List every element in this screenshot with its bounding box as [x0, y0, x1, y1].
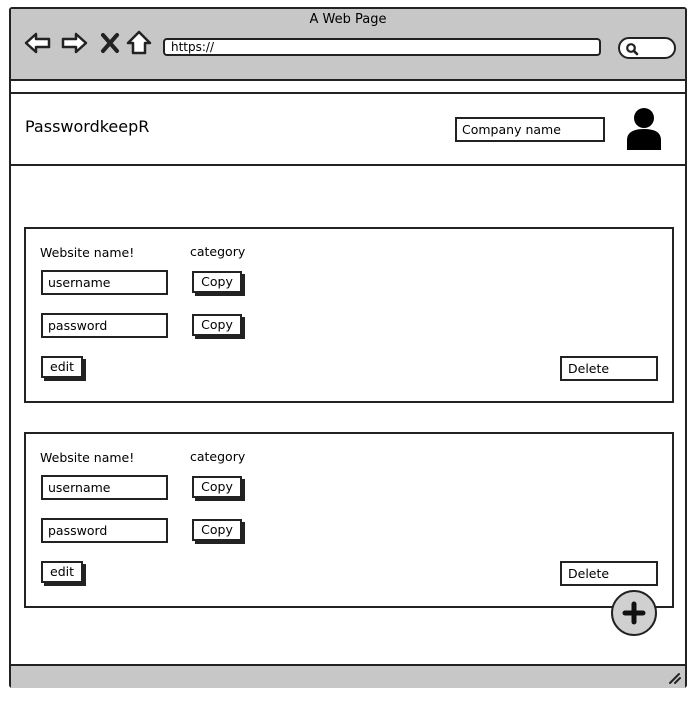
copy-password-button[interactable]: Copy — [192, 314, 242, 336]
forward-button[interactable] — [59, 28, 89, 58]
forward-arrow-icon — [61, 32, 88, 54]
delete-button[interactable]: Delete — [560, 561, 658, 586]
user-avatar-icon[interactable] — [625, 107, 663, 151]
add-entry-button[interactable] — [611, 590, 657, 636]
delete-button[interactable]: Delete — [560, 356, 658, 381]
search-icon — [626, 43, 639, 56]
close-x-icon — [101, 33, 119, 53]
home-button[interactable] — [124, 28, 154, 58]
back-arrow-icon — [24, 32, 51, 54]
back-button[interactable] — [23, 28, 53, 58]
home-icon — [126, 30, 152, 55]
browser-window: A Web Page https:// PasswordkeepR Compan… — [9, 7, 687, 688]
password-field[interactable]: password — [41, 313, 168, 338]
company-name-input[interactable]: Company name — [455, 117, 605, 142]
plus-icon — [622, 601, 646, 625]
app-brand: PasswordkeepR — [25, 117, 150, 136]
title-bar: A Web Page https:// — [11, 9, 685, 81]
copy-username-button[interactable]: Copy — [192, 476, 242, 498]
website-name-label: Website name! — [40, 450, 135, 465]
copy-password-button[interactable]: Copy — [192, 519, 242, 541]
toolbar-strip — [11, 81, 685, 94]
password-field[interactable]: password — [41, 518, 168, 543]
password-card: Website name! category username Copy pas… — [24, 227, 674, 403]
category-label: category — [190, 244, 246, 259]
status-bar — [11, 664, 685, 688]
resize-grip-icon[interactable] — [667, 670, 681, 684]
username-field[interactable]: username — [41, 270, 168, 295]
password-card: Website name! category username Copy pas… — [24, 432, 674, 608]
edit-button[interactable]: edit — [41, 356, 83, 378]
window-title: A Web Page — [309, 12, 387, 27]
category-label: category — [190, 449, 246, 464]
content-area: Website name! category username Copy pas… — [11, 166, 685, 664]
url-input[interactable]: https:// — [163, 38, 601, 56]
app-header: PasswordkeepR Company name — [11, 94, 685, 166]
browser-search-field[interactable] — [618, 37, 676, 59]
edit-button[interactable]: edit — [41, 561, 83, 583]
copy-username-button[interactable]: Copy — [192, 271, 242, 293]
stop-button[interactable] — [95, 28, 125, 58]
username-field[interactable]: username — [41, 475, 168, 500]
website-name-label: Website name! — [40, 245, 135, 260]
